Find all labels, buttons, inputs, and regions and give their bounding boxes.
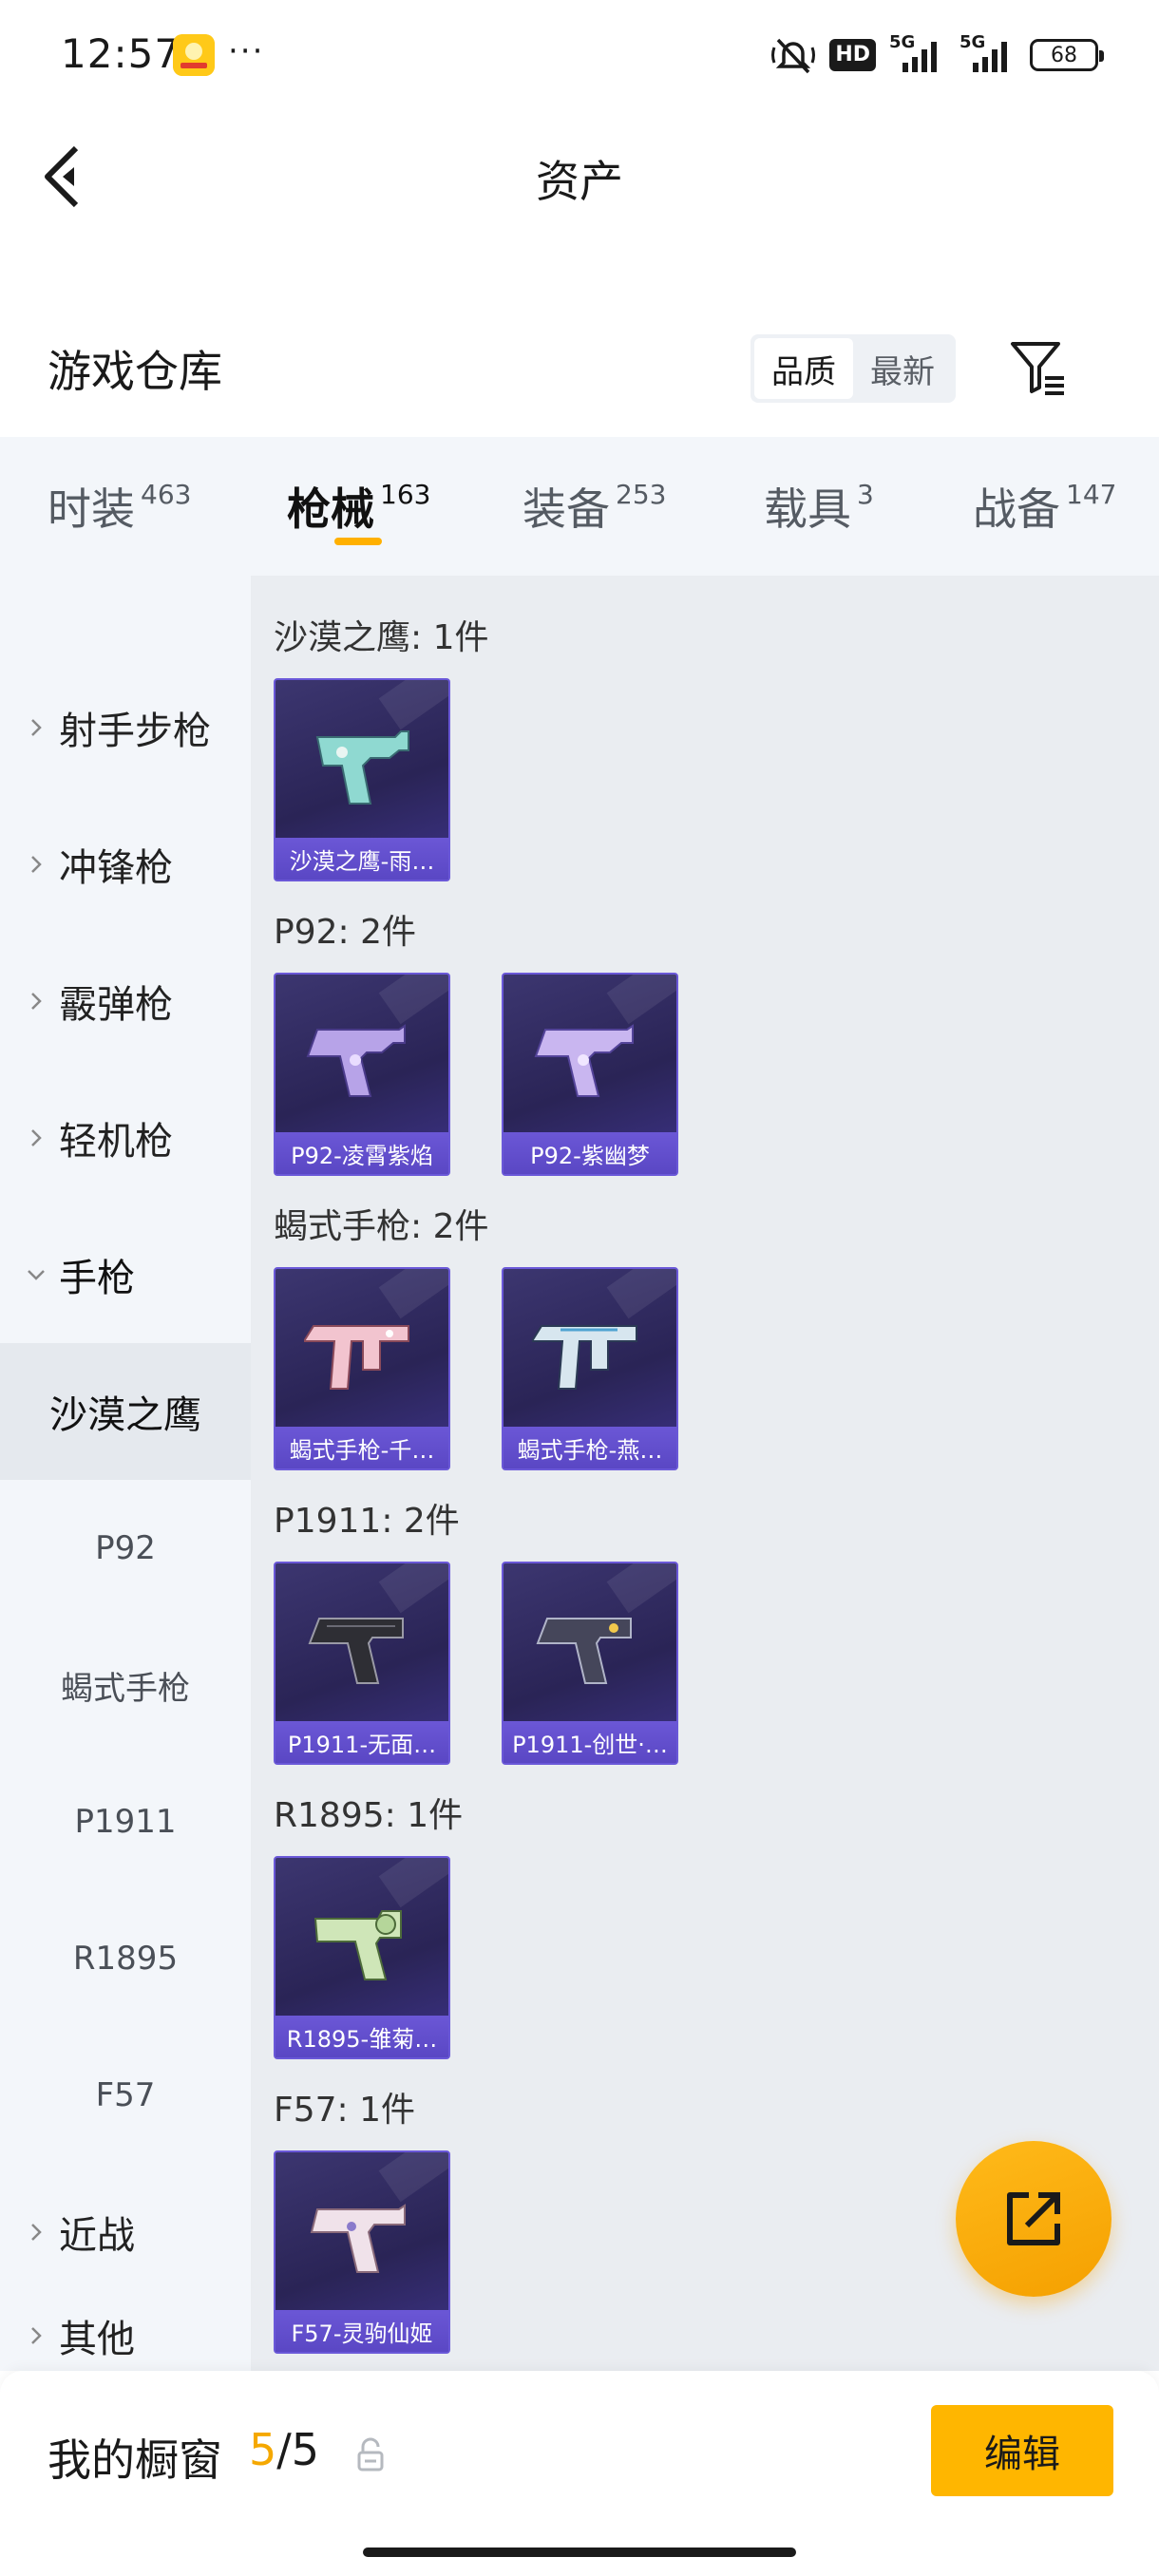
item-card[interactable]: P92-凌霄紫焰 — [274, 973, 450, 1176]
group-title: R1895: 1件 — [274, 1796, 464, 1835]
sidebar-item-shotgun[interactable]: 霰弹枪 — [0, 933, 251, 1070]
lock-icon — [357, 2437, 384, 2472]
sidebar-item-melee[interactable]: 近战 — [0, 2164, 251, 2301]
tab-equipment[interactable]: 装备 253 — [522, 475, 666, 538]
sort-option-quality[interactable]: 品质 — [754, 338, 853, 399]
home-indicator[interactable] — [363, 2548, 796, 2557]
sidebar-item-marksman-rifle[interactable]: 射手步枪 — [0, 659, 251, 796]
sort-toggle: 品质 最新 — [750, 334, 956, 403]
smg-pistol-icon — [532, 1325, 637, 1390]
item-card[interactable]: P1911-创世·… — [502, 1562, 678, 1765]
item-card-label: R1895-雏菊… — [286, 2025, 438, 2053]
item-card[interactable]: P1911-无面… — [274, 1562, 450, 1765]
chevron-right-icon — [31, 2224, 42, 2241]
more-notifications-icon: ··· — [228, 32, 265, 70]
sidebar-subitem-r1895[interactable]: R1895 — [0, 1890, 251, 2027]
sidebar-subitem-skorpion[interactable]: 蝎式手枪 — [0, 1617, 251, 1753]
item-card-label: 蝎式手枪-千… — [289, 1436, 435, 1464]
bottom-bar: 我的橱窗 5/5 编辑 — [0, 2371, 1159, 2576]
item-card[interactable]: F57-灵驹仙姬 — [274, 2150, 450, 2354]
group-title: F57: 1件 — [274, 2091, 415, 2130]
item-card[interactable]: 蝎式手枪-燕… — [502, 1267, 678, 1470]
status-bar: 12:57 ··· HD 5G 5G 68 — [0, 0, 1159, 114]
hd-badge: HD — [829, 39, 876, 71]
chevron-right-icon — [31, 2327, 42, 2344]
sidebar-item-lmg[interactable]: 轻机枪 — [0, 1070, 251, 1206]
tab-combat-supplies[interactable]: 战备 147 — [973, 475, 1116, 538]
chevron-right-icon — [31, 1129, 42, 1146]
status-indicators: HD 5G 5G 68 — [770, 32, 1104, 76]
item-card-label: P1911-无面… — [287, 1731, 437, 1758]
battery-icon: 68 — [1030, 39, 1104, 71]
sidebar-item-smg[interactable]: 冲锋枪 — [0, 796, 251, 933]
item-card-label: P92-紫幽梦 — [530, 1142, 650, 1169]
item-card-label: F57-灵驹仙姬 — [291, 2320, 433, 2347]
smg-pistol-icon — [304, 1325, 409, 1390]
sidebar-subitem-p92[interactable]: P92 — [0, 1480, 251, 1617]
chevron-down-icon — [28, 1270, 45, 1280]
item-card[interactable]: P92-紫幽梦 — [502, 973, 678, 1176]
mute-bell-icon — [771, 38, 816, 74]
chevron-right-icon — [31, 993, 42, 1010]
tab-firearms[interactable]: 枪械 163 — [287, 475, 430, 538]
external-link-icon — [1007, 2192, 1060, 2245]
signal-5g-2-icon: 5G — [960, 32, 1016, 74]
item-card-label: P1911-创世·… — [512, 1731, 668, 1758]
group-title: 沙漠之鹰: 1件 — [274, 618, 489, 657]
chevron-right-icon — [31, 856, 42, 873]
sidebar-subitem-f57[interactable]: F57 — [0, 2027, 251, 2164]
pistol-icon — [310, 2204, 406, 2273]
sidebar-item-other[interactable]: 其他 — [0, 2301, 251, 2371]
share-fab-button[interactable] — [956, 2141, 1112, 2297]
page-title: 资产 — [536, 156, 623, 207]
item-card[interactable]: R1895-雏菊… — [274, 1856, 450, 2059]
item-card-label: 蝎式手枪-燕… — [517, 1436, 663, 1464]
item-card-label: P92-凌霄紫焰 — [291, 1142, 433, 1169]
sidebar-subitem-desert-eagle[interactable]: 沙漠之鹰 — [0, 1343, 251, 1480]
chevron-right-icon — [31, 719, 42, 736]
pistol-icon — [315, 730, 409, 805]
item-grid: 沙漠之鹰: 1件 沙漠之鹰-雨… P92: 2件 P92-凌霄紫焰 P92-紫幽… — [251, 576, 1159, 2371]
group-title: P1911: 2件 — [274, 1502, 460, 1541]
warehouse-title: 游戏仓库 — [48, 346, 222, 397]
signal-5g-1-icon: 5G — [889, 32, 946, 74]
showcase-current: 5 — [249, 2424, 277, 2475]
pistol-icon — [534, 1024, 634, 1097]
sidebar: 射手步枪 冲锋枪 霰弹枪 轻机枪 手枪 沙漠之鹰 P92 蝎式手枪 P1911 … — [0, 576, 251, 2371]
item-card[interactable]: 沙漠之鹰-雨… — [274, 678, 450, 881]
pistol-icon — [306, 1024, 406, 1097]
tab-vehicles[interactable]: 载具 3 — [764, 475, 874, 538]
showcase-count: 5/5 — [249, 2424, 319, 2475]
app-notification-icon — [173, 34, 215, 76]
group-title: P92: 2件 — [274, 913, 416, 952]
pistol-icon — [308, 1618, 404, 1684]
showcase-total: 5 — [291, 2424, 320, 2475]
filter-icon — [1011, 342, 1064, 395]
item-card-label: 沙漠之鹰-雨… — [289, 847, 435, 875]
revolver-icon — [314, 1910, 402, 1980]
showcase-separator: / — [276, 2424, 292, 2475]
sidebar-subitem-p1911[interactable]: P1911 — [0, 1753, 251, 1890]
group-title: 蝎式手枪: 2件 — [274, 1207, 489, 1246]
tab-fashion[interactable]: 时装 463 — [48, 475, 191, 538]
battery-level: 68 — [1051, 43, 1077, 67]
pistol-icon — [536, 1618, 632, 1684]
sidebar-item-pistol[interactable]: 手枪 — [0, 1206, 251, 1343]
edit-button[interactable]: 编辑 — [931, 2405, 1113, 2496]
status-time: 12:57 — [61, 30, 181, 77]
showcase-label: 我的橱窗 — [48, 2434, 222, 2486]
filter-button[interactable] — [1007, 336, 1070, 399]
category-tabs: 时装 463 枪械 163 装备 253 载具 3 战备 147 — [0, 437, 1159, 576]
item-card[interactable]: 蝎式手枪-千… — [274, 1267, 450, 1470]
active-tab-indicator — [334, 538, 382, 545]
sort-option-newest[interactable]: 最新 — [853, 338, 952, 399]
